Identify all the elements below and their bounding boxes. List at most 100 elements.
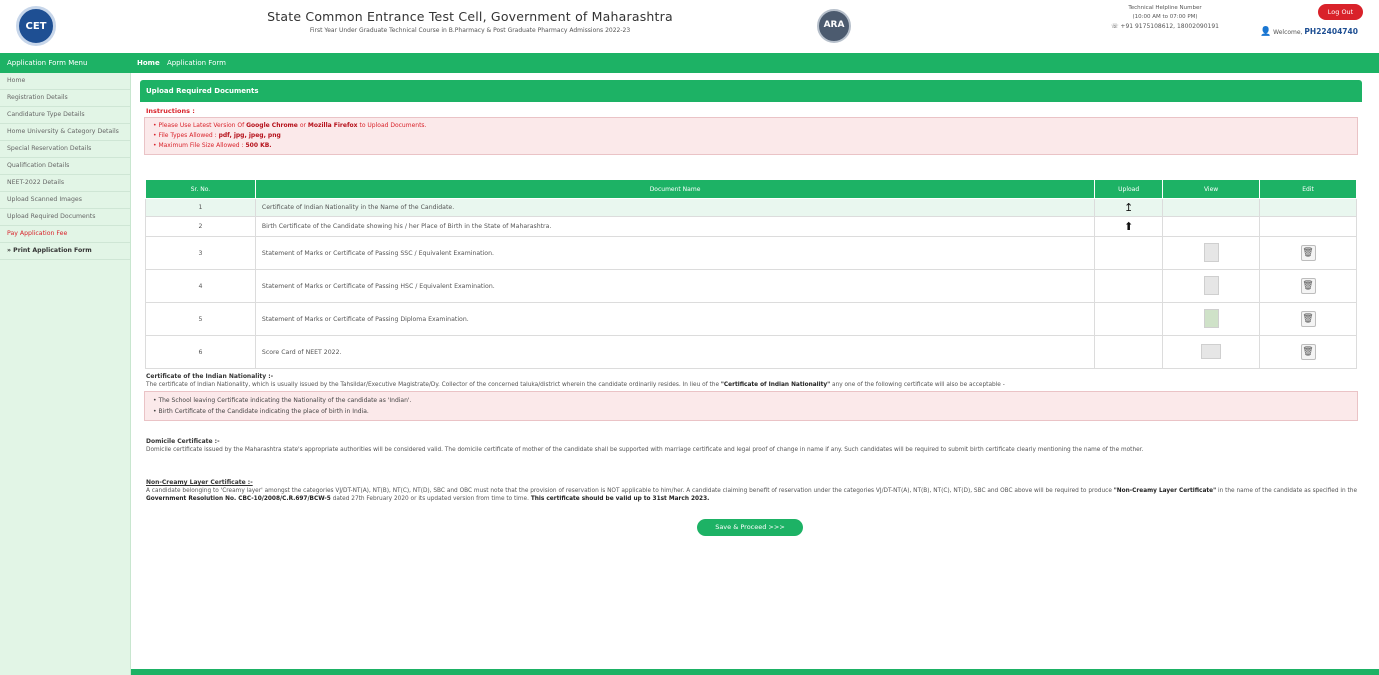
site-title: State Common Entrance Test Cell, Governm… bbox=[267, 9, 673, 24]
view-cell bbox=[1162, 236, 1261, 270]
save-proceed-button[interactable]: Save & Proceed >>> bbox=[697, 519, 803, 536]
sidebar-item-print-form[interactable]: » Print Application Form bbox=[0, 243, 130, 260]
noncreamy-note-text: A candidate belonging to 'Creamy layer' … bbox=[146, 488, 1358, 502]
breadcrumb-home[interactable]: Home bbox=[137, 59, 160, 67]
row-sr: 2 bbox=[145, 216, 256, 237]
sidebar-item-upload-documents[interactable]: Upload Required Documents bbox=[0, 209, 130, 226]
document-thumbnail[interactable] bbox=[1203, 275, 1219, 295]
ara-logo: ARA bbox=[817, 9, 851, 43]
upload-cell bbox=[1094, 335, 1164, 369]
document-thumbnail[interactable] bbox=[1203, 308, 1219, 328]
instruction-max-size: Maximum File Size Allowed : 500 KB. bbox=[153, 141, 1349, 151]
nationality-alternatives: The School leaving Certificate indicatin… bbox=[144, 391, 1358, 421]
upload-cell bbox=[1094, 302, 1164, 336]
edit-cell bbox=[1259, 198, 1357, 217]
sidebar-title: Application Form Menu bbox=[0, 53, 131, 73]
site-subtitle: First Year Under Graduate Technical Cour… bbox=[309, 27, 631, 34]
header-document-name: Document Name bbox=[254, 179, 1096, 199]
row-sr: 1 bbox=[145, 198, 256, 217]
edit-cell: 🗑 bbox=[1259, 236, 1357, 270]
upload-cell bbox=[1094, 236, 1164, 270]
documents-table: Sr. No. Document Name Upload View Edit 1… bbox=[145, 179, 1357, 369]
sidebar-item-pay-fee[interactable]: Pay Application Fee bbox=[0, 226, 130, 243]
panel-title: Upload Required Documents bbox=[140, 80, 1362, 102]
nationality-note-text: The certificate of Indian Nationality, w… bbox=[146, 382, 1005, 388]
sidebar-item-candidature[interactable]: Candidature Type Details bbox=[0, 107, 130, 124]
table-row: 6 Score Card of NEET 2022. 🗑 bbox=[145, 335, 1357, 369]
view-cell bbox=[1162, 302, 1261, 336]
user-icon: 👤 bbox=[1260, 27, 1272, 37]
table-row: 1 Certificate of Indian Nationality in t… bbox=[145, 198, 1357, 217]
delete-icon[interactable]: 🗑 bbox=[1300, 311, 1316, 327]
list-item: Birth Certificate of the Candidate indic… bbox=[153, 406, 1349, 417]
instructions-box: Please Use Latest Version Of Google Chro… bbox=[144, 117, 1358, 155]
list-item: The School leaving Certificate indicatin… bbox=[153, 395, 1349, 406]
edit-cell: 🗑 bbox=[1259, 335, 1357, 369]
header-view: View bbox=[1162, 179, 1261, 199]
row-document-name: Statement of Marks or Certificate of Pas… bbox=[254, 302, 1096, 336]
sidebar-item-home-university[interactable]: Home University & Category Details bbox=[0, 124, 130, 141]
site-header: CET State Common Entrance Test Cell, Gov… bbox=[0, 0, 1379, 53]
sidebar-item-registration[interactable]: Registration Details bbox=[0, 90, 130, 107]
header-edit: Edit bbox=[1259, 179, 1357, 199]
helpline-hours: (10:00 AM to 07:00 PM) bbox=[1132, 14, 1198, 20]
delete-icon[interactable]: 🗑 bbox=[1300, 245, 1316, 261]
sidebar-menu: Home Registration Details Candidature Ty… bbox=[0, 73, 131, 675]
upload-cell: ⬆ bbox=[1094, 216, 1164, 237]
view-cell bbox=[1162, 198, 1261, 217]
row-document-name: Score Card of NEET 2022. bbox=[254, 335, 1096, 369]
welcome-label: Welcome, bbox=[1273, 29, 1303, 36]
domicile-note-text: Domicile certificate issued by the Mahar… bbox=[146, 447, 1144, 453]
row-sr: 3 bbox=[145, 236, 256, 270]
application-id: PH22404740 bbox=[1304, 27, 1358, 36]
noncreamy-note-title: Non-Creamy Layer Certificate :- bbox=[146, 479, 253, 486]
upload-cell: ↥ bbox=[1094, 198, 1164, 217]
document-thumbnail[interactable] bbox=[1201, 343, 1222, 359]
nationality-note-title: Certificate of the Indian Nationality :- bbox=[146, 373, 274, 380]
upload-icon[interactable]: ⬆ bbox=[1124, 220, 1133, 233]
header-sr-no: Sr. No. bbox=[145, 179, 256, 199]
edit-cell: 🗑 bbox=[1259, 269, 1357, 303]
edit-cell: 🗑 bbox=[1259, 302, 1357, 336]
table-row: 2 Birth Certificate of the Candidate sho… bbox=[145, 216, 1357, 237]
sidebar-item-neet[interactable]: NEET-2022 Details bbox=[0, 175, 130, 192]
instruction-file-types: File Types Allowed : pdf, jpg, jpeg, png bbox=[153, 131, 1349, 141]
helpline-title: Technical Helpline Number bbox=[1128, 5, 1202, 11]
sidebar-item-special-reservation[interactable]: Special Reservation Details bbox=[0, 141, 130, 158]
breadcrumb: Home Application Form bbox=[131, 53, 1379, 73]
instruction-browser: Please Use Latest Version Of Google Chro… bbox=[153, 121, 1349, 131]
row-sr: 6 bbox=[145, 335, 256, 369]
view-cell bbox=[1162, 216, 1261, 237]
view-cell bbox=[1162, 269, 1261, 303]
helpline-info: Technical Helpline Number (10:00 AM to 0… bbox=[1070, 4, 1260, 31]
welcome-user: 👤 Welcome, PH22404740 bbox=[1260, 27, 1379, 37]
row-sr: 4 bbox=[145, 269, 256, 303]
sidebar-item-qualification[interactable]: Qualification Details bbox=[0, 158, 130, 175]
row-document-name: Birth Certificate of the Candidate showi… bbox=[254, 216, 1096, 237]
instructions-title: Instructions : bbox=[146, 107, 195, 115]
footer-bar bbox=[131, 669, 1379, 675]
edit-cell bbox=[1259, 216, 1357, 237]
domicile-note-title: Domicile Certificate :- bbox=[146, 438, 220, 445]
row-document-name: Certificate of Indian Nationality in the… bbox=[254, 198, 1096, 217]
breadcrumb-current: Application Form bbox=[166, 59, 226, 67]
logout-button[interactable]: Log Out bbox=[1318, 4, 1363, 20]
upload-cell bbox=[1094, 269, 1164, 303]
upload-icon[interactable]: ↥ bbox=[1124, 201, 1133, 214]
table-row: 4 Statement of Marks or Certificate of P… bbox=[145, 269, 1357, 303]
delete-icon[interactable]: 🗑 bbox=[1300, 278, 1316, 294]
sidebar-item-home[interactable]: Home bbox=[0, 73, 130, 90]
delete-icon[interactable]: 🗑 bbox=[1300, 344, 1316, 360]
row-sr: 5 bbox=[145, 302, 256, 336]
table-row: 3 Statement of Marks or Certificate of P… bbox=[145, 236, 1357, 270]
header-upload: Upload bbox=[1094, 179, 1164, 199]
helpline-phone: ☏ +91 9175108612, 18002090191 bbox=[1111, 23, 1219, 30]
row-document-name: Statement of Marks or Certificate of Pas… bbox=[254, 236, 1096, 270]
phone-icon: ☏ bbox=[1111, 23, 1121, 30]
row-document-name: Statement of Marks or Certificate of Pas… bbox=[254, 269, 1096, 303]
cet-logo: CET bbox=[16, 6, 56, 46]
sidebar-item-upload-images[interactable]: Upload Scanned Images bbox=[0, 192, 130, 209]
main-content: Upload Required Documents Instructions :… bbox=[140, 80, 1362, 640]
document-thumbnail[interactable] bbox=[1203, 242, 1219, 262]
view-cell bbox=[1162, 335, 1261, 369]
